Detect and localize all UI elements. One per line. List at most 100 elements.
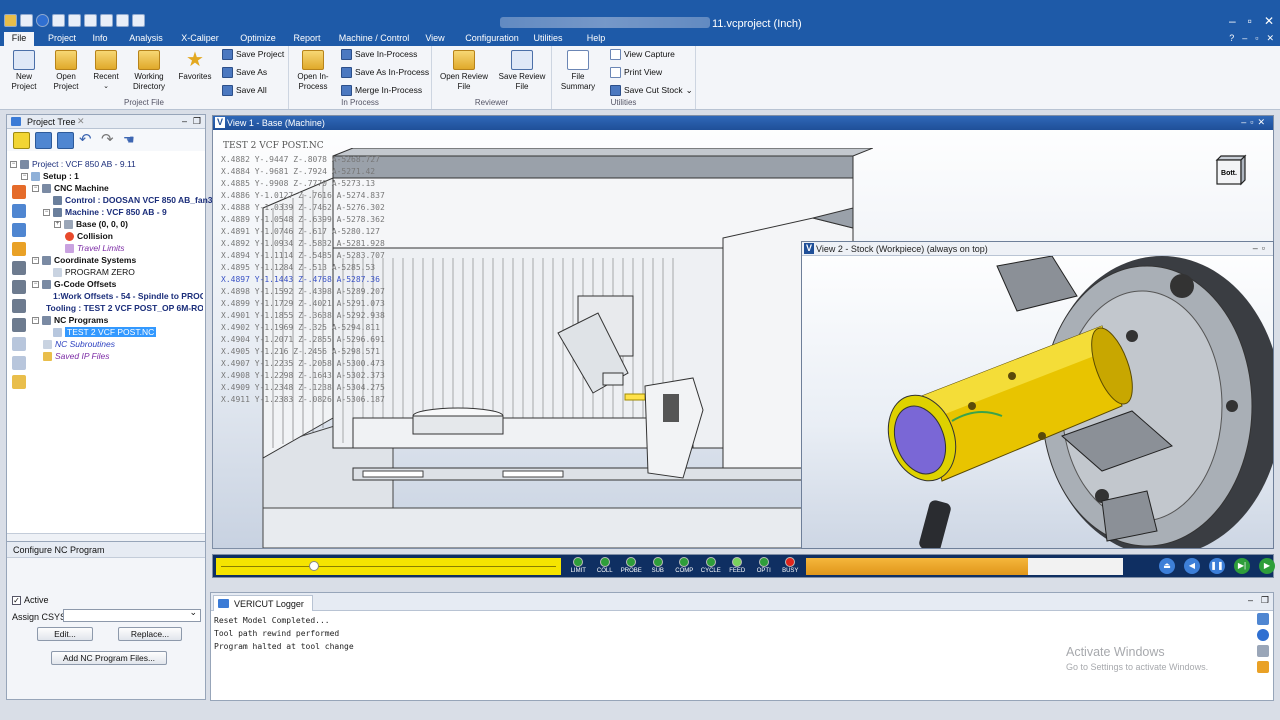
collapse-icon[interactable]: − — [32, 256, 39, 264]
close-icon[interactable]: ✕ — [1264, 14, 1274, 28]
tree-node-collision[interactable]: Collision — [65, 230, 113, 242]
tree-node-saved-ip-files[interactable]: Saved IP Files — [43, 350, 110, 362]
tree-scrollbar[interactable] — [7, 533, 205, 541]
menu-x-caliper[interactable]: X-Caliper — [176, 32, 224, 46]
tree-node-nc-program-file[interactable]: TEST 2 VCF POST.NC — [53, 326, 157, 338]
nc-program-icon[interactable] — [12, 337, 26, 351]
print-view-button[interactable]: Print View — [610, 65, 662, 79]
menu-help[interactable]: Help — [582, 32, 610, 46]
subroutine-icon[interactable] — [12, 356, 26, 370]
working-directory-button[interactable]: Working Directory — [127, 50, 171, 92]
menu-view[interactable]: View — [420, 32, 450, 46]
shield-icon[interactable] — [1257, 629, 1269, 641]
menu-project[interactable]: Project — [42, 32, 82, 46]
tree-node-travel-limits[interactable]: Travel Limits — [65, 242, 125, 254]
axis-icon[interactable] — [12, 261, 26, 275]
tool-icon[interactable] — [12, 242, 26, 256]
csys-icon[interactable] — [12, 280, 26, 294]
help-icon[interactable]: ? — [1229, 33, 1234, 44]
animation-speed-slider[interactable] — [216, 558, 561, 575]
file-summary-button[interactable]: File Summary — [556, 50, 600, 92]
collapse-icon[interactable]: − — [32, 184, 39, 192]
view1-controls[interactable]: –▫✕ — [1241, 117, 1269, 128]
view-capture-button[interactable]: View Capture — [610, 47, 675, 61]
open-project-button[interactable]: Open Project — [44, 50, 88, 92]
open-folder-icon[interactable] — [4, 14, 17, 27]
minimize-panel-icon[interactable]: – — [182, 116, 187, 126]
undo-icon[interactable] — [52, 14, 65, 27]
tree-node-work-offsets[interactable]: 1:Work Offsets - 54 - Spindle to PROGR — [53, 290, 203, 302]
tree-node-gcode-offsets[interactable]: − G-Code Offsets — [32, 278, 116, 290]
ip-file-icon[interactable] — [12, 375, 26, 389]
tree-node-coordinate-systems[interactable]: − Coordinate Systems — [32, 254, 136, 266]
collapse-icon[interactable]: − — [43, 208, 50, 216]
float-panel-icon[interactable]: ❐ — [193, 116, 201, 127]
control-icon[interactable] — [12, 204, 26, 218]
maximize-icon[interactable]: ▫ — [1248, 14, 1252, 28]
menu-analysis[interactable]: Analysis — [124, 32, 168, 46]
save-project-button[interactable]: Save Project — [222, 47, 284, 61]
menu-file[interactable]: File — [4, 32, 34, 46]
edit-button[interactable]: Edit... — [37, 627, 93, 641]
redo-icon[interactable] — [68, 14, 81, 27]
restore-ribbon-icon[interactable]: ▫ — [1255, 33, 1258, 44]
favorites-button[interactable]: ★ Favorites — [173, 50, 217, 82]
pause-icon[interactable]: ❚❚ — [1209, 558, 1225, 574]
open-in-process-button[interactable]: Open In- Process — [291, 50, 335, 92]
menu-utilities[interactable]: Utilities — [528, 32, 568, 46]
float-panel-icon[interactable]: ❐ — [1261, 595, 1269, 606]
tree-node-setup[interactable]: − Setup : 1 — [21, 170, 79, 182]
menu-configuration[interactable]: Configuration — [462, 32, 522, 46]
save-as-in-process-button[interactable]: Save As In-Process — [341, 65, 429, 79]
machine-icon[interactable] — [12, 185, 26, 199]
log-list-icon[interactable] — [1257, 613, 1269, 625]
hand-icon[interactable]: ☚ — [123, 132, 140, 149]
assign-csys-select[interactable] — [63, 607, 201, 622]
save-in-process-button[interactable]: Save In-Process — [341, 47, 417, 61]
layout-icon[interactable] — [84, 14, 97, 27]
slider-knob[interactable] — [308, 561, 319, 571]
settings-icon[interactable] — [20, 14, 33, 27]
tree-node-nc-programs[interactable]: − NC Programs — [32, 314, 108, 326]
reset-icon[interactable]: ⏏ — [1159, 558, 1175, 574]
save-cut-stock-button[interactable]: Save Cut Stock ⌄ — [610, 83, 693, 97]
close-tab-icon[interactable]: ✕ — [77, 116, 85, 127]
tooling-icon[interactable] — [12, 318, 26, 332]
minimize-panel-icon[interactable]: – — [1248, 595, 1253, 605]
tree-view-icon[interactable] — [57, 132, 74, 149]
step-back-icon[interactable]: ◀ — [1184, 558, 1200, 574]
logger-tab[interactable]: VERICUT Logger — [213, 595, 313, 611]
add-nc-program-files-button[interactable]: Add NC Program Files... — [51, 651, 167, 665]
save-as-button[interactable]: Save As — [222, 65, 267, 79]
pencil-icon[interactable] — [13, 132, 30, 149]
replace-button[interactable]: Replace... — [118, 627, 182, 641]
save-review-file-button[interactable]: Save Review File — [496, 50, 548, 92]
play-icon[interactable]: ▶ — [1259, 558, 1275, 574]
log-warning-icon[interactable] — [1257, 661, 1269, 673]
log-filter-icon[interactable] — [1257, 645, 1269, 657]
tree-node-cnc-machine[interactable]: − CNC Machine — [32, 182, 109, 194]
minimize-ribbon-icon[interactable]: – — [1242, 33, 1247, 44]
tree-node-nc-subroutines[interactable]: NC Subroutines — [43, 338, 115, 350]
list-icon[interactable] — [35, 132, 52, 149]
component-icon[interactable] — [12, 223, 26, 237]
collapse-icon[interactable]: − — [21, 172, 28, 180]
tree-node-control[interactable]: Control : DOOSAN VCF 850 AB_fan3 — [53, 194, 213, 206]
save-all-button[interactable]: Save All — [222, 83, 267, 97]
minimize-icon[interactable]: – — [1229, 14, 1236, 28]
menu-machine-control[interactable]: Machine / Control — [336, 32, 412, 46]
tree-node-tooling[interactable]: Tooling : TEST 2 VCF POST_OP 6M-ROU — [43, 302, 203, 314]
menu-report[interactable]: Report — [290, 32, 324, 46]
view2-controls[interactable]: –▫ — [1253, 243, 1269, 253]
gcode-offsets-icon[interactable] — [12, 299, 26, 313]
recent-button[interactable]: Recent ⌄ — [84, 50, 128, 92]
tree-node-program-zero[interactable]: PROGRAM ZERO — [53, 266, 135, 278]
new-project-button[interactable]: New Project — [2, 50, 46, 92]
undo-icon[interactable]: ↶ — [79, 132, 96, 149]
tree-node-base[interactable]: + Base (0, 0, 0) — [54, 218, 128, 230]
menu-optimize[interactable]: Optimize — [236, 32, 280, 46]
open-review-file-button[interactable]: Open Review File — [438, 50, 490, 92]
collapse-icon[interactable]: − — [32, 280, 39, 288]
expand-icon[interactable]: + — [54, 220, 61, 228]
layout-icon-4[interactable] — [132, 14, 145, 27]
